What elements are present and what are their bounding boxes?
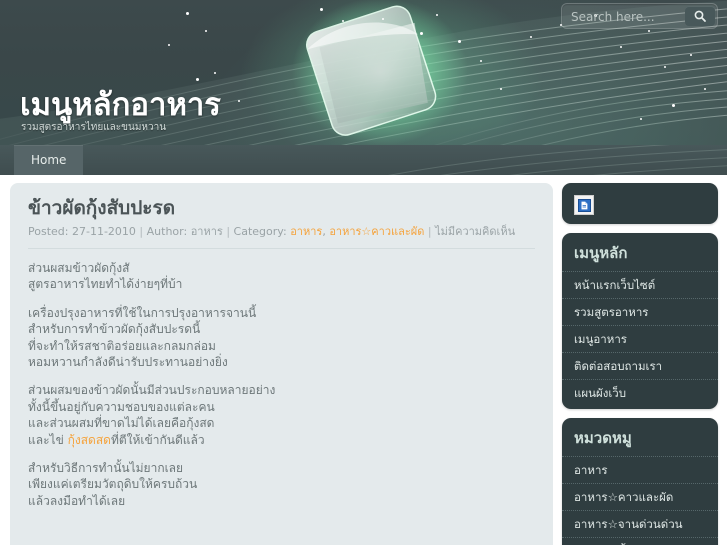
list-item[interactable]: หน้าแรกเว็บไซต์: [562, 271, 718, 298]
content-panel: ข้าวผัดกุ้งสับปะรด Posted: 27-11-2010 | …: [10, 183, 553, 545]
widget-title: หมวดหมู: [574, 429, 632, 447]
widget-list: หน้าแรกเว็บไซต์ รวมสูตรอาหาร เมนูอาหาร ต…: [562, 271, 718, 406]
sidebar-link[interactable]: รวมสูตรอาหาร: [562, 299, 718, 325]
list-item[interactable]: เมนูอาหาร: [562, 325, 718, 352]
list-item[interactable]: อาหาร☆คาวและผัด: [562, 483, 718, 510]
nav-item-label: Home: [31, 153, 67, 167]
paragraph-line: และส่วนผสมที่ขาดไม่ได้เลยคือกุ้งสด: [28, 416, 215, 431]
post-paragraph-4: สำหรับวิธีการทำนั้นไม่ยากเลย เพียงแค่เตร…: [28, 460, 535, 509]
sidebar-link[interactable]: อาหาร☆จานด่วนด่วน: [562, 511, 718, 537]
widget-list: อาหาร อาหาร☆คาวและผัด อาหาร☆จานด่วนด่วน …: [562, 456, 718, 545]
search-icon: [685, 9, 715, 23]
widget-thumbnail[interactable]: [562, 192, 718, 221]
page-title: ข้าวผัดกุ้งสับปะรด: [28, 197, 176, 219]
inline-body-link[interactable]: กุ้งสดสด: [68, 433, 111, 447]
sidebar-link[interactable]: อาหาร☆คาวและผัด: [562, 484, 718, 510]
paragraph-line: เครื่องปรุงอาหารที่ใช้ในการปรุงอาหารจานน…: [28, 305, 257, 320]
author-label: Author:: [146, 225, 188, 238]
main-navigation: Home: [0, 145, 727, 175]
paragraph-line-suffix: ที่ตีให้เข้ากันดีแล้ว: [110, 432, 205, 447]
sidebar-link[interactable]: ติดต่อสอบถามเรา: [562, 353, 718, 379]
posted-label: Posted:: [28, 225, 69, 238]
sidebar-link[interactable]: อาหาร: [562, 457, 718, 483]
sidebar-widget-categories: หมวดหมู อาหาร อาหาร☆คาวและผัด อาหาร☆จานด…: [562, 418, 718, 545]
post-category-link-2[interactable]: อาหาร☆คาวและผัด: [329, 225, 424, 238]
post-body: ส่วนผสมข้าวผัดกุ้งสั สูตรอาหารไทยทำได้ง่…: [28, 260, 535, 509]
sidebar-item-home[interactable]: Home: [14, 145, 84, 175]
search-submit-button[interactable]: [685, 6, 715, 26]
search-input[interactable]: [569, 4, 683, 30]
page-root: เมนูหลักอาหาร รวมสูตรอาหารไทยและขนมหวาน: [0, 0, 727, 545]
widget-title: เมนูหลัก: [574, 244, 628, 262]
paragraph-line: ส่วนผสมข้าวผัดกุ้งสั: [28, 261, 130, 275]
sidebar-link[interactable]: หน้าแรกเว็บไซต์: [562, 272, 718, 298]
broken-image-icon: [574, 195, 594, 215]
banner-glow-graphic: [288, 0, 473, 145]
paragraph-line-prefix: และไข่: [28, 432, 68, 447]
paragraph-line: หอมหวานกำลังดีน่ารับประทานอย่างยิ่ง: [28, 355, 228, 370]
category-comma: ,: [322, 225, 326, 238]
sidebar-link[interactable]: แผนผังเว็บ: [562, 380, 718, 406]
list-item[interactable]: อาหาร: [562, 456, 718, 483]
list-item[interactable]: แผนผังเว็บ: [562, 379, 718, 406]
meta-separator-1: |: [139, 225, 144, 238]
post-meta: Posted: 27-11-2010 | Author: อาหาร | Cat…: [28, 224, 535, 249]
paragraph-line: เพียงแค่เตรียมวัตถุดิบให้ครบถ้วน: [28, 477, 198, 492]
sidebar: เมนูหลัก หน้าแรกเว็บไซต์ รวมสูตรอาหาร เม…: [562, 183, 718, 545]
navbar-sheen: [388, 145, 727, 175]
list-item[interactable]: รวมสูตรอาหาร: [562, 298, 718, 325]
paragraph-line: สำหรับการทำข้าวผัดกุ้งสับปะรดนี้: [28, 322, 201, 337]
sidebar-link[interactable]: เมนูอาหาร: [562, 326, 718, 352]
sidebar-widget-menu: เมนูหลัก หน้าแรกเว็บไซต์ รวมสูตรอาหาร เม…: [562, 233, 718, 409]
category-label: Category:: [233, 225, 287, 238]
paragraph-line: สำหรับวิธีการทำนั้นไม่ยากเลย: [28, 461, 184, 476]
meta-separator-3: |: [427, 225, 432, 238]
post-paragraph-2: เครื่องปรุงอาหารที่ใช้ในการปรุงอาหารจานน…: [28, 305, 535, 371]
site-tagline: รวมสูตรอาหารไทยและขนมหวาน: [21, 122, 167, 133]
post-comment-status: ไม่มีความคิดเห็น: [435, 225, 516, 238]
meta-separator-2: |: [226, 225, 231, 238]
posted-date: 27-11-2010: [71, 225, 136, 238]
search-box[interactable]: [561, 3, 718, 30]
post-paragraph-3: ส่วนผสมของข้าวผัดนั้นมีส่วนประกอบหลายอย่…: [28, 382, 535, 448]
post-category-link-1[interactable]: อาหาร: [290, 225, 322, 238]
paragraph-line: ทั้งนี้ขึ้นอยู่กับความชอบของแต่ละคน: [28, 399, 215, 414]
paragraph-line: สูตรอาหารไทยทำได้ง่ายๆที่บ้า: [28, 277, 183, 292]
list-item[interactable]: อาหาร☆จานด่วนด่วน: [562, 510, 718, 537]
sidebar-link[interactable]: อาหาร☆น้ำพริกแกง: [562, 538, 718, 545]
site-title: เมนูหลักอาหาร: [20, 87, 221, 123]
paragraph-line: ที่จะทำให้รสชาติอร่อยและกลมกล่อม: [28, 338, 216, 353]
list-item[interactable]: ติดต่อสอบถามเรา: [562, 352, 718, 379]
paragraph-line: ส่วนผสมของข้าวผัดนั้นมีส่วนประกอบหลายอย่…: [28, 383, 276, 398]
author-name: อาหาร: [190, 225, 223, 238]
paragraph-line: แล้วลงมือทำได้เลย: [28, 493, 126, 508]
list-item[interactable]: อาหาร☆น้ำพริกแกง: [562, 537, 718, 545]
site-banner: เมนูหลักอาหาร รวมสูตรอาหารไทยและขนมหวาน: [0, 0, 727, 145]
sidebar-widget-image: [562, 183, 718, 224]
post-paragraph-1: ส่วนผสมข้าวผัดกุ้งสั สูตรอาหารไทยทำได้ง่…: [28, 260, 535, 293]
